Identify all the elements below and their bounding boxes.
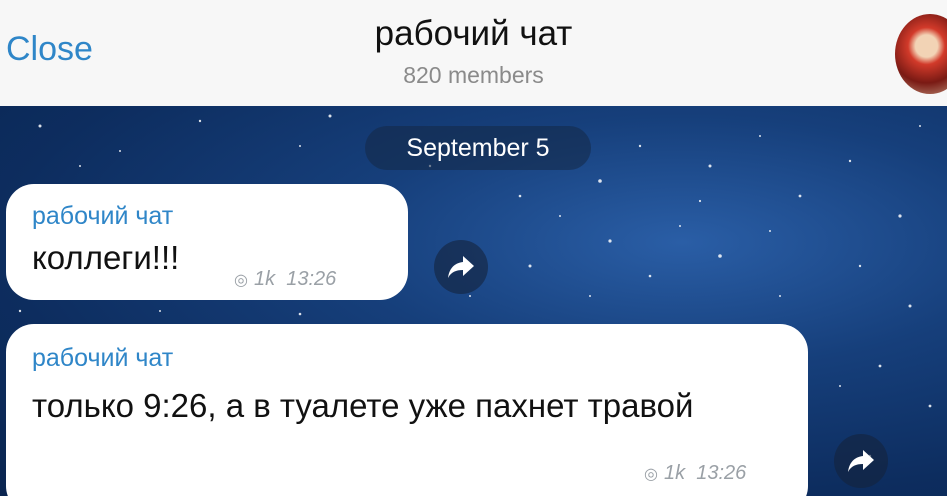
forward-icon <box>848 450 874 472</box>
date-separator: September 5 <box>365 126 591 170</box>
members-count: 820 members <box>403 62 544 88</box>
message-time: 13:26 <box>286 268 337 290</box>
message-time: 13:26 <box>696 462 747 484</box>
message-bubble[interactable]: рабочий чат только 9:26, а в туалете уже… <box>6 324 808 496</box>
chat-title[interactable]: рабочий чат <box>0 14 947 54</box>
message-sender: рабочий чат <box>32 202 174 230</box>
forward-icon <box>448 256 474 278</box>
forward-button[interactable] <box>434 240 488 294</box>
chat-area: September 5 рабочий чат коллеги!!! ◎ 1k 1… <box>0 106 947 496</box>
message-text: только 9:26, а в туалете уже пахнет трав… <box>32 387 694 424</box>
message-text: коллеги!!! <box>32 239 180 276</box>
eye-icon: ◎ <box>234 272 248 289</box>
view-count: 1k <box>663 462 686 484</box>
message-bubble[interactable]: рабочий чат коллеги!!! ◎ 1k 13:26 <box>6 184 408 300</box>
forward-button[interactable] <box>834 434 888 488</box>
message-meta: ◎ 1k 13:26 <box>234 268 336 291</box>
eye-icon: ◎ <box>644 466 658 483</box>
chat-header: Close рабочий чат 820 members <box>0 0 947 107</box>
message-sender: рабочий чат <box>32 344 174 372</box>
message-meta: ◎ 1k 13:26 <box>644 462 746 485</box>
view-count: 1k <box>253 268 276 290</box>
